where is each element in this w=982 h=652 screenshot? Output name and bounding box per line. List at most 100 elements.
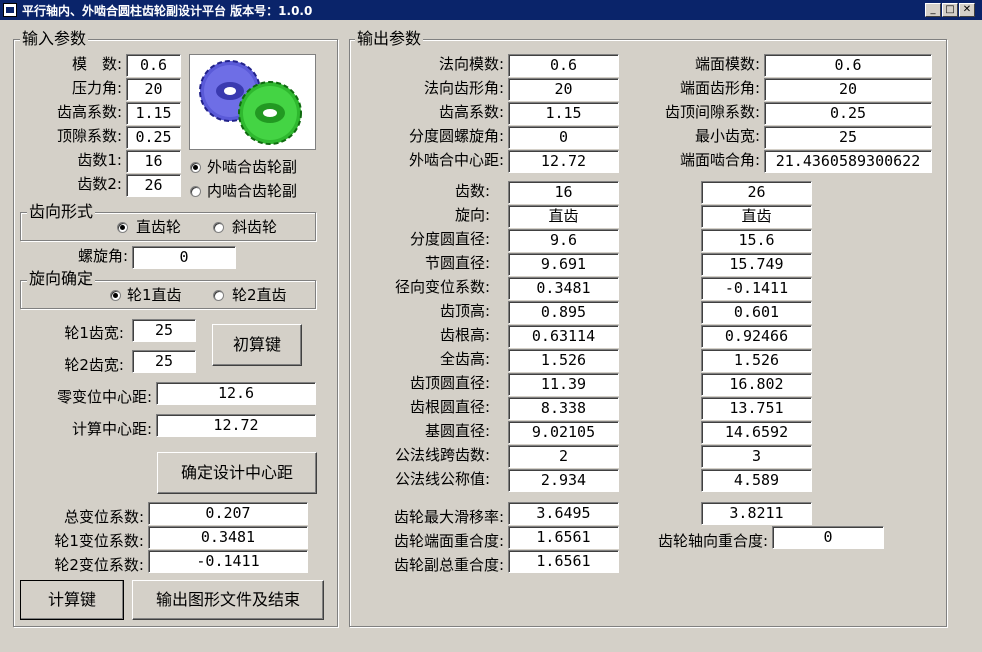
transverse-modulus-value: 0.6 <box>764 54 932 77</box>
app-icon <box>3 3 17 17</box>
min-face-width-value: 25 <box>764 126 932 149</box>
out-addendum-coef-value: 1.15 <box>508 102 619 125</box>
gear-row-label: 公法线跨齿数: <box>394 446 490 464</box>
gear2-row-value: 16.802 <box>701 373 812 396</box>
transverse-mesh-angle-label: 端面啮合角: <box>679 151 760 169</box>
gear2-row-value: -0.1411 <box>701 277 812 300</box>
normal-profile-angle-value: 20 <box>508 78 619 101</box>
modulus-input[interactable]: 0.6 <box>126 54 181 77</box>
internal-mesh-radio[interactable] <box>190 186 201 197</box>
max-slip-gear2: 3.8211 <box>701 502 812 525</box>
transverse-modulus-label: 端面模数: <box>694 55 760 73</box>
transverse-profile-angle-label: 端面齿形角: <box>679 79 760 97</box>
maximize-button[interactable]: □ <box>942 3 958 17</box>
zero-shift-center-label: 零变位中心距: <box>56 388 152 406</box>
external-mesh-radio[interactable] <box>190 162 201 173</box>
shift2-label: 轮2变位系数: <box>54 556 144 574</box>
input-params-title: 输入参数 <box>20 29 89 48</box>
gear-row-label: 齿顶高: <box>439 302 490 320</box>
teeth1-input[interactable]: 16 <box>126 150 181 173</box>
total-shift-label: 总变位系数: <box>63 508 144 526</box>
spur-gear-label: 直齿轮 <box>136 218 182 236</box>
gear1-row-value: 0.3481 <box>508 277 619 300</box>
gear-row-label: 公法线公称值: <box>394 470 490 488</box>
axial-contact-value: 0 <box>772 526 884 549</box>
calc-center-input[interactable]: 12.72 <box>156 414 316 437</box>
gear2-row-value: 0.92466 <box>701 325 812 348</box>
ref-helix-angle-label: 分度圆螺旋角: <box>408 127 504 145</box>
axial-contact-label: 齿轮轴向重合度: <box>657 532 768 550</box>
title-bar: 平行轴内、外啮合圆柱齿轮副设计平台 版本号：1.0.0 _ □ ✕ <box>0 0 982 20</box>
clearance-coef-label: 顶隙系数: <box>56 127 122 145</box>
gear1-row-value: 11.39 <box>508 373 619 396</box>
gear1-row-value: 直齿 <box>508 205 619 228</box>
calculate-button[interactable]: 计算键 <box>20 580 124 620</box>
gear-row-label: 全齿高: <box>439 350 490 368</box>
gear1-row-value: 9.02105 <box>508 421 619 444</box>
shift2-input[interactable]: -0.1411 <box>148 550 308 573</box>
export-and-exit-button[interactable]: 输出图形文件及结束 <box>132 580 324 620</box>
teeth2-input[interactable]: 26 <box>126 174 181 197</box>
gear2-row-value: 1.526 <box>701 349 812 372</box>
spur-gear-radio[interactable] <box>117 222 128 233</box>
output-params-title: 输出参数 <box>355 29 424 48</box>
gear1-row-value: 0.63114 <box>508 325 619 348</box>
gear2-row-value: 4.589 <box>701 469 812 492</box>
gear1-row-value: 9.6 <box>508 229 619 252</box>
gear-row-label: 齿数: <box>454 182 490 200</box>
external-mesh-label: 外啮合齿轮副 <box>207 158 298 176</box>
helical-gear-label: 斜齿轮 <box>232 218 278 236</box>
normal-profile-angle-label: 法向齿形角: <box>423 79 504 97</box>
window-title: 平行轴内、外啮合圆柱齿轮副设计平台 版本号：1.0.0 <box>22 4 313 18</box>
shift1-input[interactable]: 0.3481 <box>148 526 308 549</box>
gear-row-label: 径向变位系数: <box>394 278 490 296</box>
gear1-row-value: 2.934 <box>508 469 619 492</box>
modulus-label: 模 数: <box>71 55 122 73</box>
max-slip-label: 齿轮最大滑移率: <box>393 508 504 526</box>
gear2-width-label: 轮2齿宽: <box>64 356 124 374</box>
calc-center-label: 计算中心距: <box>71 420 152 438</box>
gear2-row-value: 0.601 <box>701 301 812 324</box>
gear1-spur-label: 轮1直齿 <box>127 286 182 304</box>
pressure-angle-input[interactable]: 20 <box>126 78 181 101</box>
zero-shift-center-input[interactable]: 12.6 <box>156 382 316 405</box>
gear2-row-value: 13.751 <box>701 397 812 420</box>
transverse-contact-label: 齿轮端面重合度: <box>393 532 504 550</box>
transverse-profile-angle-value: 20 <box>764 78 932 101</box>
normal-modulus-label: 法向模数: <box>438 55 504 73</box>
tooth-direction-title: 齿向形式 <box>27 202 96 221</box>
gear-row-label: 节圆直径: <box>424 254 490 272</box>
clearance-coef-input[interactable]: 0.25 <box>126 126 181 149</box>
minimize-button[interactable]: _ <box>925 3 941 17</box>
gear-row-label: 旋向: <box>454 206 490 224</box>
gear2-spur-label: 轮2直齿 <box>232 286 287 304</box>
gear1-row-value: 2 <box>508 445 619 468</box>
gear1-row-value: 16 <box>508 181 619 204</box>
gear2-spur-radio[interactable] <box>213 290 224 301</box>
gear-row-label: 齿根圆直径: <box>409 398 490 416</box>
tip-clearance-coef-value: 0.25 <box>764 102 932 125</box>
initial-calc-button[interactable]: 初算键 <box>212 324 302 366</box>
gear-pair-image <box>189 54 316 150</box>
gear-row-label: 齿顶圆直径: <box>409 374 490 392</box>
addendum-coef-input[interactable]: 1.15 <box>126 102 181 125</box>
min-face-width-label: 最小齿宽: <box>694 127 760 145</box>
confirm-center-button[interactable]: 确定设计中心距 <box>157 452 317 494</box>
teeth2-label: 齿数2: <box>77 175 122 193</box>
gear2-width-input[interactable]: 25 <box>132 350 196 373</box>
total-shift-input[interactable]: 0.207 <box>148 502 308 525</box>
gear1-width-input[interactable]: 25 <box>132 319 196 342</box>
transverse-contact-value: 1.6561 <box>508 526 619 549</box>
tip-clearance-coef-label: 齿顶间隙系数: <box>664 103 760 121</box>
gear1-spur-radio[interactable] <box>110 290 121 301</box>
helix-angle-input[interactable]: 0 <box>132 246 236 269</box>
gear1-row-value: 8.338 <box>508 397 619 420</box>
close-button[interactable]: ✕ <box>959 3 975 17</box>
gear1-width-label: 轮1齿宽: <box>64 324 124 342</box>
helical-gear-radio[interactable] <box>213 222 224 233</box>
external-center-value: 12.72 <box>508 150 619 173</box>
addendum-coef-label: 齿高系数: <box>56 103 122 121</box>
gear1-row-value: 0.895 <box>508 301 619 324</box>
hand-direction-title: 旋向确定 <box>27 269 96 288</box>
normal-modulus-value: 0.6 <box>508 54 619 77</box>
